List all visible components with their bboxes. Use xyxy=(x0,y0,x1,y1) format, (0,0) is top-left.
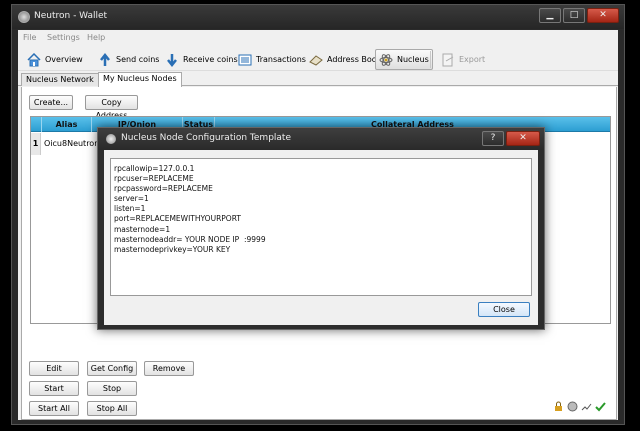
dialog-title: Nucleus Node Configuration Template xyxy=(121,133,291,143)
send-arrow-icon xyxy=(100,52,110,66)
menu-file[interactable]: File xyxy=(23,33,36,42)
address-book-icon xyxy=(309,54,323,66)
edit-button[interactable]: Edit xyxy=(29,361,79,376)
list-icon xyxy=(238,54,252,65)
staking-icon xyxy=(567,401,578,412)
nucleus-button[interactable]: Nucleus xyxy=(375,49,433,70)
close-button[interactable]: ✕ xyxy=(587,8,619,23)
dialog-close-button[interactable]: Close xyxy=(478,302,530,317)
tab-bar: Nucleus Network My Nucleus Nodes xyxy=(18,72,618,87)
dialog-title-bar[interactable]: Nucleus Node Configuration Template ? ✕ xyxy=(98,128,544,150)
dialog-app-icon xyxy=(106,134,116,144)
start-all-button[interactable]: Start All xyxy=(29,401,79,416)
toolbar-divider xyxy=(430,51,431,68)
menu-settings[interactable]: Settings xyxy=(47,33,80,42)
transactions-label: Transactions xyxy=(256,55,306,64)
export-button[interactable]: Export xyxy=(438,49,488,70)
remove-button[interactable]: Remove xyxy=(144,361,194,376)
menu-bar: File Settings Help xyxy=(18,30,618,46)
get-config-button[interactable]: Get Config xyxy=(87,361,137,376)
export-icon xyxy=(442,53,454,66)
overview-label: Overview xyxy=(45,55,83,64)
dialog-body: rpcallowip=127.0.0.1 rpcuser=REPLACEME r… xyxy=(104,150,538,325)
title-bar[interactable]: Neutron - Wallet ▁ □ ✕ xyxy=(12,5,624,29)
receive-coins-label: Receive coins xyxy=(183,55,238,64)
dialog-help-button[interactable]: ? xyxy=(482,131,504,146)
config-dialog: Nucleus Node Configuration Template ? ✕ … xyxy=(97,127,545,330)
address-book-button[interactable]: Address Book xyxy=(306,49,384,70)
send-coins-label: Send coins xyxy=(116,55,160,64)
lock-icon xyxy=(555,401,562,411)
connections-icon xyxy=(581,403,592,411)
start-button[interactable]: Start xyxy=(29,381,79,396)
column-alias[interactable]: Alias xyxy=(41,117,91,132)
copy-address-button[interactable]: Copy Address xyxy=(85,95,138,120)
receive-coins-button[interactable]: Receive coins xyxy=(162,49,241,70)
tab-nucleus-network[interactable]: Nucleus Network xyxy=(21,73,99,86)
tab-my-nucleus-nodes[interactable]: My Nucleus Nodes xyxy=(98,72,182,87)
create-button[interactable]: Create... xyxy=(29,95,73,110)
overview-button[interactable]: Overview xyxy=(24,49,86,70)
transactions-button[interactable]: Transactions xyxy=(235,49,309,70)
minimize-button[interactable]: ▁ xyxy=(539,8,561,23)
app-icon xyxy=(18,11,30,23)
toolbar: Overview Send coins Receive coins Transa… xyxy=(18,47,618,71)
synced-check-icon xyxy=(595,402,606,412)
maximize-button[interactable]: □ xyxy=(563,8,585,23)
dialog-close-x-button[interactable]: ✕ xyxy=(506,131,540,146)
status-bar xyxy=(553,401,606,412)
export-label: Export xyxy=(459,55,486,64)
receive-arrow-icon xyxy=(167,53,177,67)
menu-help[interactable]: Help xyxy=(87,33,105,42)
stop-all-button[interactable]: Stop All xyxy=(87,401,137,416)
config-text-area[interactable]: rpcallowip=127.0.0.1 rpcuser=REPLACEME r… xyxy=(110,158,532,296)
home-icon xyxy=(27,52,41,66)
send-coins-button[interactable]: Send coins xyxy=(95,49,162,70)
stop-button[interactable]: Stop xyxy=(87,381,137,396)
address-book-label: Address Book xyxy=(327,55,382,64)
nucleus-label: Nucleus xyxy=(397,55,429,64)
atom-icon xyxy=(379,53,393,66)
window-title: Neutron - Wallet xyxy=(34,11,108,21)
row-number: 1 xyxy=(31,133,41,155)
